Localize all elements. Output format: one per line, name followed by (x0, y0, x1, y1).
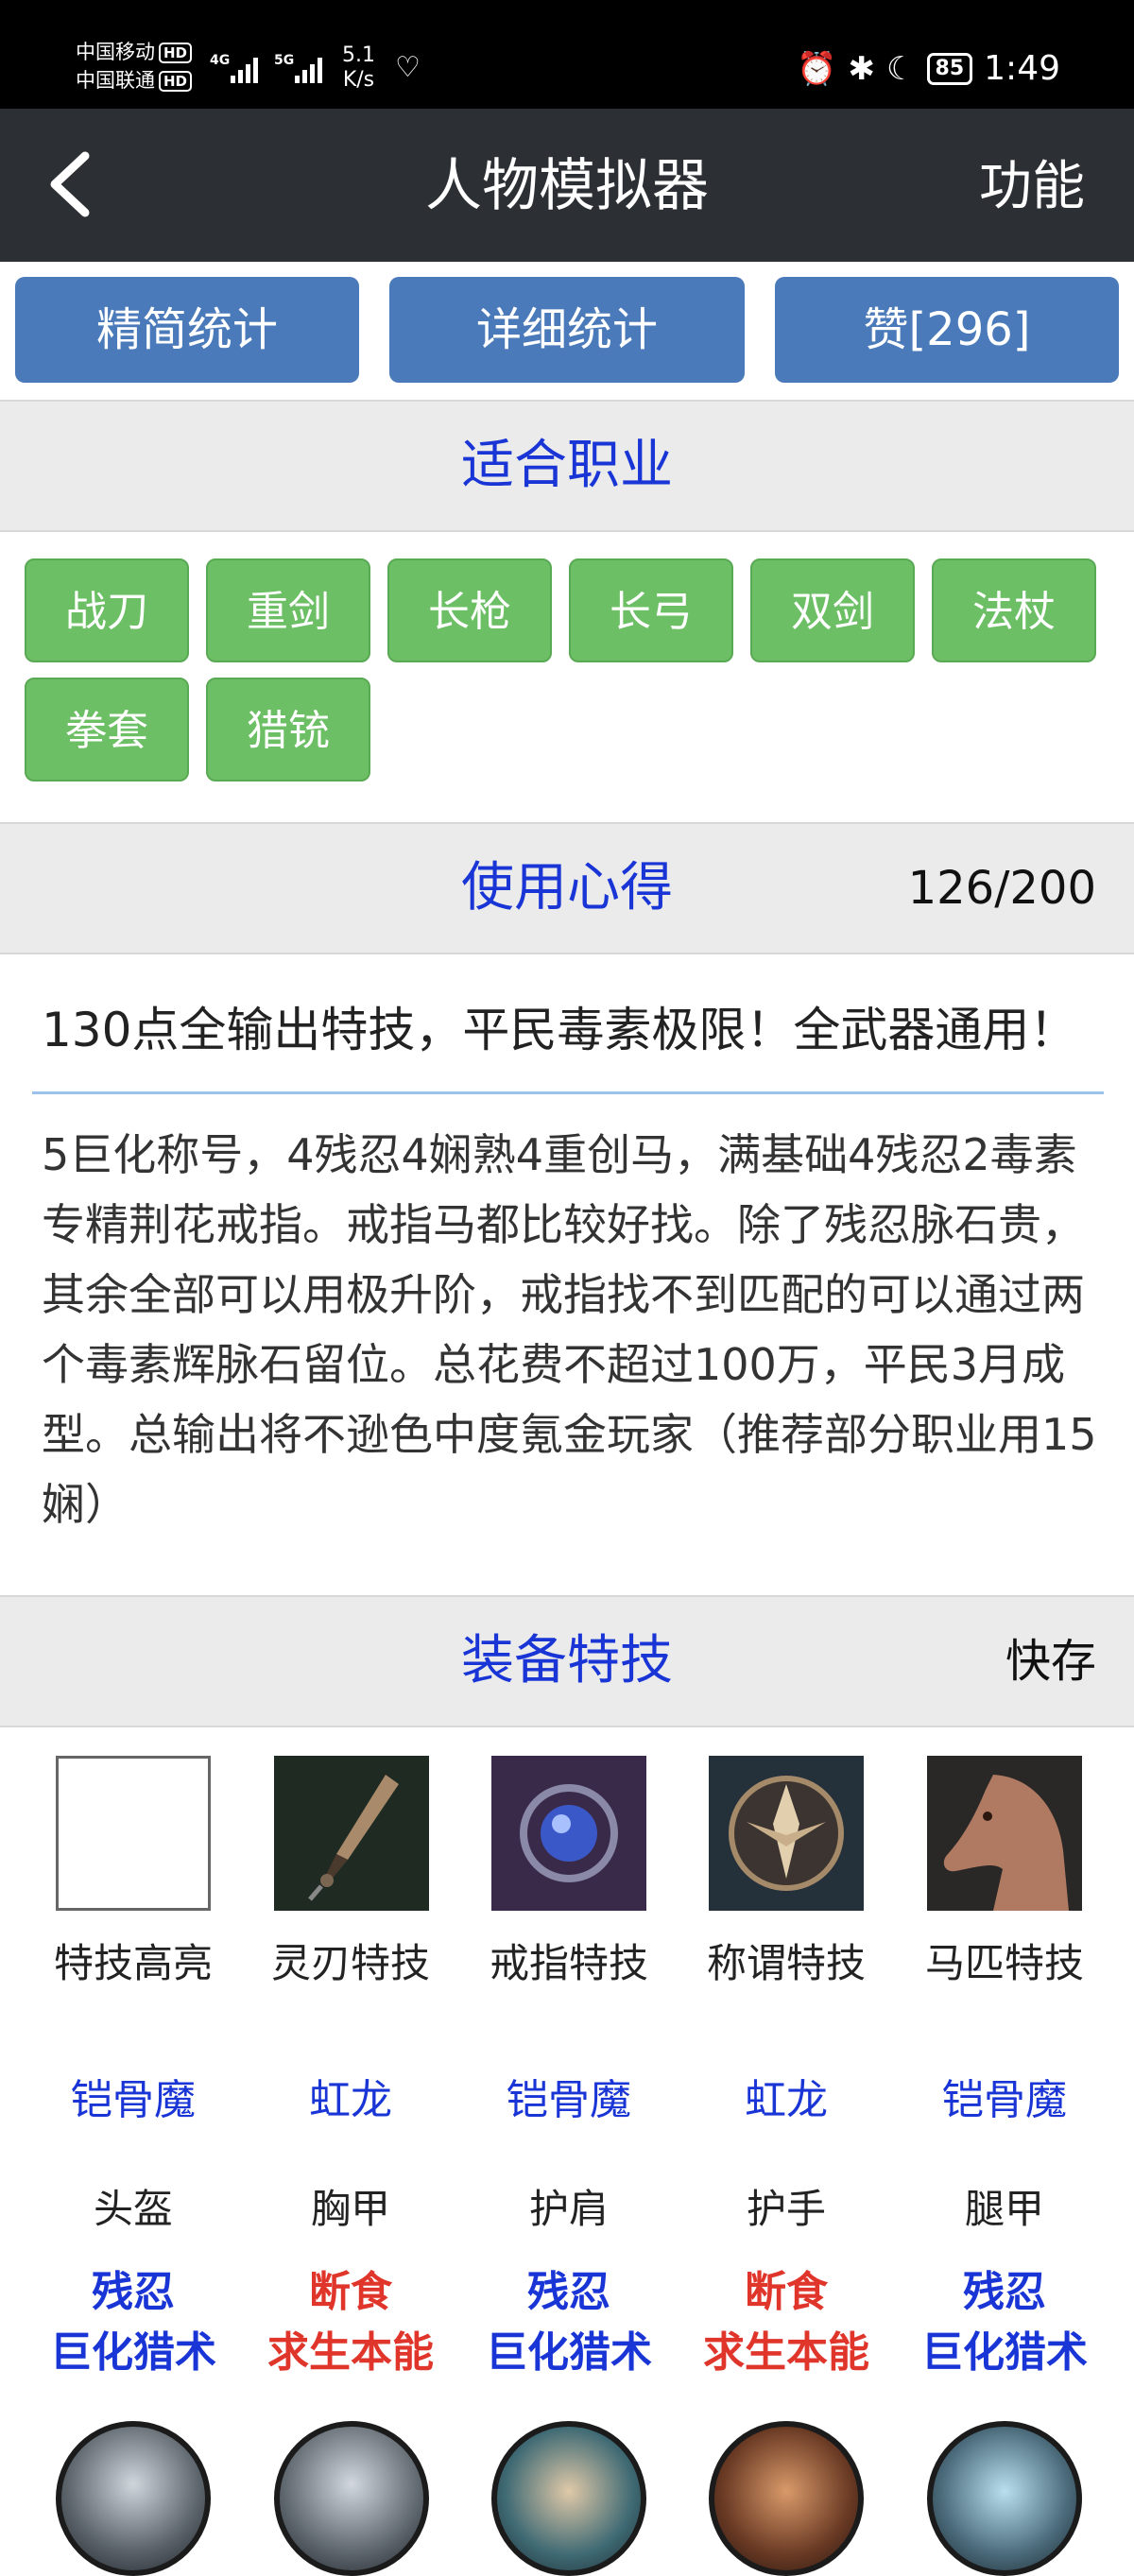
slot-label: 腿甲 (964, 2186, 1044, 2232)
job-button[interactable]: 猎铳 (206, 678, 370, 781)
heart-icon: ♡ (395, 51, 421, 84)
title-bar: 人物模拟器 功能 (0, 109, 1134, 262)
like-button[interactable]: 赞[296] (775, 277, 1119, 383)
title-emblem-icon[interactable] (709, 1756, 864, 1911)
jobs-section-header: 适合职业 (0, 400, 1134, 532)
job-button[interactable]: 拳套 (25, 678, 189, 781)
net-label-1: 4G (210, 53, 231, 68)
job-button[interactable]: 重剑 (206, 558, 370, 662)
skill-block[interactable]: 残忍 巨化猎术 (896, 2262, 1113, 2383)
bluetooth-icon: ✱ (848, 49, 876, 88)
skill-block[interactable]: 断食 求生本能 (242, 2262, 459, 2383)
experience-summary: 130点全输出特技，平民毒素极限！全武器通用！ (42, 1003, 1077, 1057)
network-speed: 5.1 K/s (342, 43, 375, 93)
icon-label: 灵刃特技 (270, 1940, 430, 1986)
highlight-toggle-icon[interactable] (56, 1756, 211, 1911)
icon-label: 特技高亮 (53, 1940, 213, 1986)
armor-chest-avatar[interactable] (274, 2421, 429, 2576)
equipment-title: 装备特技 (461, 1630, 673, 1692)
moon-icon: ☾ (886, 49, 916, 88)
signal-5g-icon: 5G (274, 49, 329, 87)
blade-icon[interactable] (274, 1756, 429, 1911)
skill-line-2: 求生本能 (267, 2328, 434, 2377)
speed-value: 5.1 (342, 43, 375, 67)
skill-line-1: 残忍 (963, 2268, 1046, 2316)
skill-line-2: 巨化猎术 (921, 2328, 1088, 2377)
set-name[interactable]: 铠骨魔 (460, 2072, 678, 2129)
skill-line-2: 巨化猎术 (486, 2328, 652, 2377)
equipment-section-header: 装备特技 快存 (0, 1595, 1134, 1727)
top-button-row: 精简统计 详细统计 赞[296] (0, 262, 1134, 400)
skill-line-2: 巨化猎术 (50, 2328, 216, 2377)
armor-gloves-avatar[interactable] (709, 2421, 864, 2576)
armor-shoulder-avatar[interactable] (491, 2421, 646, 2576)
set-name[interactable]: 铠骨魔 (25, 2072, 242, 2129)
quick-save-button[interactable]: 快存 (1005, 1597, 1096, 1726)
armor-legs-avatar[interactable] (927, 2421, 1082, 2576)
clock: 1:49 (984, 49, 1060, 88)
icon-label: 戒指特技 (489, 1940, 648, 1986)
status-bar: 中国移动 HD 中国联通 HD 4G 5G 5.1 K/s ♡ ⏰ ✱ ☾ 85 1… (0, 0, 1134, 109)
icon-label: 称谓特技 (706, 1940, 866, 1986)
skill-line-2: 求生本能 (703, 2328, 869, 2377)
job-list: 战刀 重剑 长枪 长弓 双剑 法杖 拳套 猎铳 (0, 534, 1134, 822)
jobs-title: 适合职业 (461, 435, 673, 496)
slot-label: 头盔 (93, 2186, 173, 2232)
status-right: ⏰ ✱ ☾ 85 1:49 (797, 49, 1060, 88)
page-title: 人物模拟器 (425, 153, 709, 219)
carrier-2: 中国联通 (76, 69, 155, 92)
job-button[interactable]: 战刀 (25, 558, 189, 662)
divider (32, 1091, 1104, 1094)
job-button[interactable]: 长弓 (569, 558, 733, 662)
skill-line-1: 残忍 (92, 2268, 175, 2316)
detail-stats-button[interactable]: 详细统计 (389, 277, 745, 383)
skill-block[interactable]: 断食 求生本能 (678, 2262, 895, 2383)
experience-body: 5巨化称号，4残忍4娴熟4重创马，满基础4残忍2毒素专精荆花戒指。戒指马都比较好… (42, 1129, 1097, 1530)
hd-badge-1: HD (159, 43, 193, 63)
slot-label: 胸甲 (310, 2186, 390, 2232)
brief-stats-button[interactable]: 精简统计 (15, 277, 359, 383)
carrier-info: 中国移动 HD 中国联通 HD (76, 38, 193, 94)
ring-icon[interactable] (491, 1756, 646, 1911)
skill-block[interactable]: 残忍 巨化猎术 (460, 2262, 678, 2383)
net-label-2: 5G (274, 53, 295, 68)
job-button[interactable]: 长枪 (387, 558, 552, 662)
set-name[interactable]: 虹龙 (678, 2072, 895, 2129)
icon-label: 马匹特技 (924, 1940, 1084, 1986)
armor-helmet-avatar[interactable] (56, 2421, 211, 2576)
experience-count: 126/200 (907, 862, 1096, 915)
job-button[interactable]: 双剑 (750, 558, 915, 662)
alarm-icon: ⏰ (797, 49, 837, 88)
speed-unit: K/s (342, 68, 375, 92)
skill-line-1: 残忍 (527, 2268, 610, 2316)
set-name[interactable]: 铠骨魔 (896, 2072, 1113, 2129)
function-menu-button[interactable]: 功能 (979, 156, 1085, 218)
skill-block[interactable]: 残忍 巨化猎术 (25, 2262, 242, 2383)
signal-4g-icon: 4G (210, 49, 265, 87)
set-name[interactable]: 虹龙 (242, 2072, 459, 2129)
skill-line-1: 断食 (745, 2268, 828, 2316)
slot-label: 护手 (746, 2186, 826, 2232)
job-button[interactable]: 法杖 (932, 558, 1096, 662)
slot-label: 护肩 (528, 2186, 609, 2232)
battery-icon: 85 (926, 52, 973, 85)
carrier-1: 中国移动 (76, 41, 155, 63)
horse-icon[interactable] (927, 1756, 1082, 1911)
skill-line-1: 断食 (309, 2268, 392, 2316)
hd-badge-2: HD (159, 71, 193, 92)
experience-section-header: 使用心得 126/200 (0, 822, 1134, 954)
